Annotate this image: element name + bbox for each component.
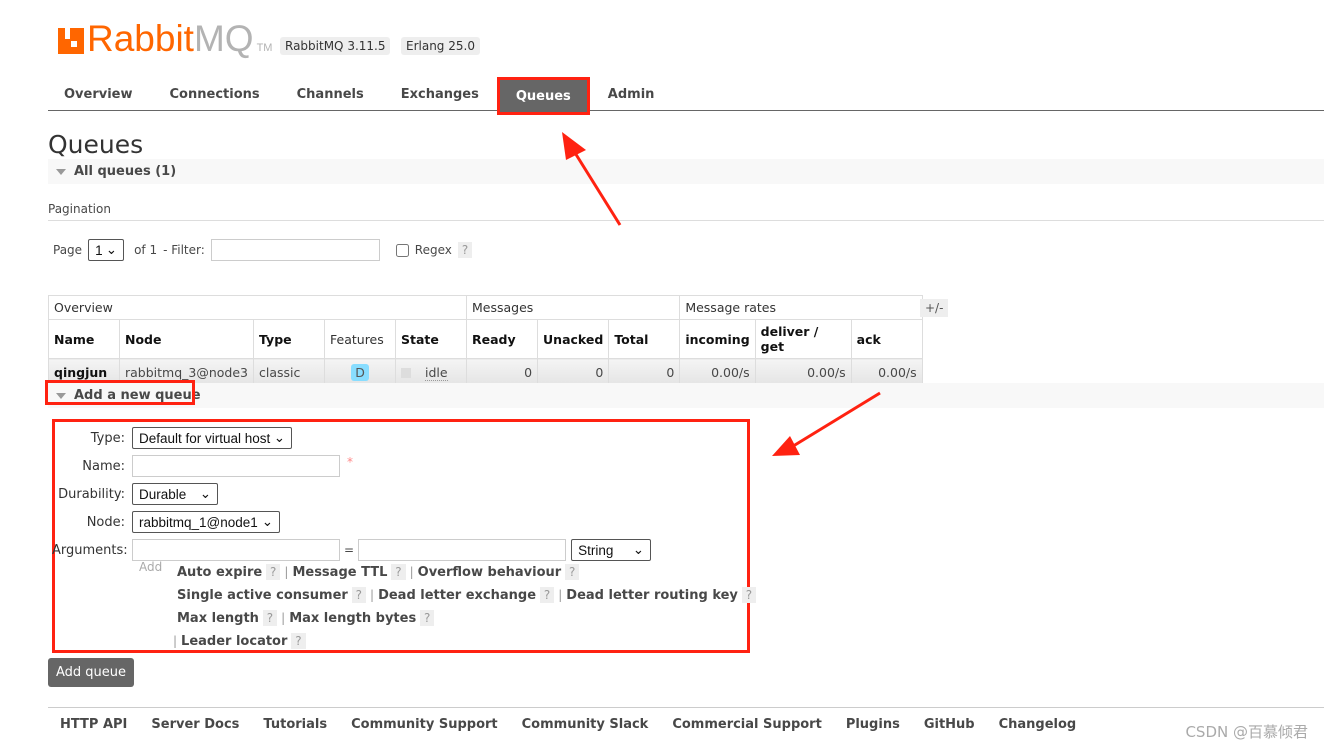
arrow-to-queues-tab-icon — [562, 132, 622, 226]
arrow-to-form-icon — [772, 391, 881, 456]
annotation-arrows — [562, 132, 881, 456]
